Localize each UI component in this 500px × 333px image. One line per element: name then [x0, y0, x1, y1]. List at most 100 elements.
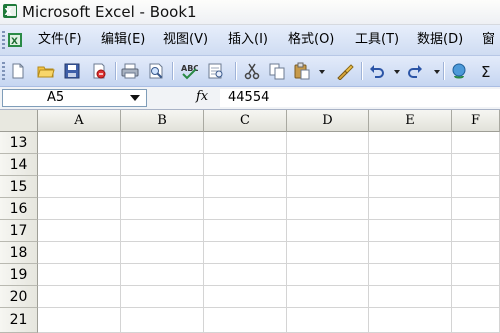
cell-f21[interactable]: [452, 308, 500, 333]
cell-f17[interactable]: [452, 220, 500, 242]
row-header-14[interactable]: 14: [0, 154, 38, 176]
menubar-grip-handle[interactable]: [2, 31, 5, 49]
column-header-d[interactable]: D: [287, 110, 369, 132]
row-header-16[interactable]: 16: [0, 198, 38, 220]
cell-b16[interactable]: [121, 198, 204, 220]
print-icon[interactable]: [121, 62, 139, 80]
cell-c18[interactable]: [204, 242, 287, 264]
menu-insert[interactable]: 插入(I): [228, 25, 268, 55]
cell-a16[interactable]: [38, 198, 121, 220]
cell-d20[interactable]: [287, 286, 369, 308]
cell-a18[interactable]: [38, 242, 121, 264]
row-header-19[interactable]: 19: [0, 264, 38, 286]
formula-input[interactable]: 44554: [220, 89, 500, 107]
new-document-icon[interactable]: [9, 62, 27, 80]
research-icon[interactable]: [207, 62, 225, 80]
column-header-f[interactable]: F: [452, 110, 500, 132]
redo-dropdown-chevron-icon[interactable]: [428, 62, 440, 80]
cell-f16[interactable]: [452, 198, 500, 220]
toolbar-grip-handle[interactable]: [2, 62, 5, 80]
cell-d16[interactable]: [287, 198, 369, 220]
cell-b17[interactable]: [121, 220, 204, 242]
menu-tools[interactable]: 工具(T): [355, 25, 399, 55]
insert-function-icon[interactable]: fx: [196, 89, 208, 104]
cell-d15[interactable]: [287, 176, 369, 198]
copy-icon[interactable]: [268, 62, 286, 80]
cell-c21[interactable]: [204, 308, 287, 333]
cell-f20[interactable]: [452, 286, 500, 308]
cell-e13[interactable]: [369, 132, 452, 154]
cell-b20[interactable]: [121, 286, 204, 308]
name-box[interactable]: A5: [2, 89, 147, 107]
undo-dropdown-chevron-icon[interactable]: [388, 62, 400, 80]
cell-f14[interactable]: [452, 154, 500, 176]
row-header-17[interactable]: 17: [0, 220, 38, 242]
cell-a20[interactable]: [38, 286, 121, 308]
cell-e15[interactable]: [369, 176, 452, 198]
workbook-document-icon[interactable]: X: [7, 32, 23, 48]
autosum-icon[interactable]: Σ: [479, 62, 497, 80]
cell-b18[interactable]: [121, 242, 204, 264]
cell-c20[interactable]: [204, 286, 287, 308]
cut-icon[interactable]: [243, 62, 261, 80]
cell-c19[interactable]: [204, 264, 287, 286]
cell-a15[interactable]: [38, 176, 121, 198]
row-header-18[interactable]: 18: [0, 242, 38, 264]
cell-d17[interactable]: [287, 220, 369, 242]
cell-b15[interactable]: [121, 176, 204, 198]
permission-icon[interactable]: [90, 62, 108, 80]
cell-d19[interactable]: [287, 264, 369, 286]
menu-edit[interactable]: 编辑(E): [101, 25, 145, 55]
print-preview-icon[interactable]: [147, 62, 165, 80]
cell-c16[interactable]: [204, 198, 287, 220]
name-box-dropdown-chevron-icon[interactable]: [127, 92, 143, 104]
cell-b21[interactable]: [121, 308, 204, 333]
spelling-icon[interactable]: ABC: [180, 62, 198, 80]
cell-e14[interactable]: [369, 154, 452, 176]
cell-f18[interactable]: [452, 242, 500, 264]
paste-dropdown-chevron-icon[interactable]: [313, 62, 325, 80]
open-folder-icon[interactable]: [37, 62, 55, 80]
row-header-20[interactable]: 20: [0, 286, 38, 308]
save-icon[interactable]: [63, 62, 81, 80]
cell-f19[interactable]: [452, 264, 500, 286]
cell-d18[interactable]: [287, 242, 369, 264]
column-header-b[interactable]: B: [121, 110, 204, 132]
cell-e16[interactable]: [369, 198, 452, 220]
row-header-15[interactable]: 15: [0, 176, 38, 198]
cell-b19[interactable]: [121, 264, 204, 286]
cell-d21[interactable]: [287, 308, 369, 333]
row-header-13[interactable]: 13: [0, 132, 38, 154]
menu-file[interactable]: 文件(F): [38, 25, 82, 55]
row-header-21[interactable]: 21: [0, 308, 38, 333]
cell-e20[interactable]: [369, 286, 452, 308]
cell-e18[interactable]: [369, 242, 452, 264]
redo-icon[interactable]: [406, 62, 424, 80]
cell-d13[interactable]: [287, 132, 369, 154]
cell-a17[interactable]: [38, 220, 121, 242]
cell-b13[interactable]: [121, 132, 204, 154]
menu-data[interactable]: 数据(D): [417, 25, 463, 55]
cell-e19[interactable]: [369, 264, 452, 286]
cell-e17[interactable]: [369, 220, 452, 242]
cell-a14[interactable]: [38, 154, 121, 176]
cell-f15[interactable]: [452, 176, 500, 198]
menu-format[interactable]: 格式(O): [288, 25, 334, 55]
menu-view[interactable]: 视图(V): [163, 25, 208, 55]
column-header-e[interactable]: E: [369, 110, 452, 132]
cell-b14[interactable]: [121, 154, 204, 176]
column-header-c[interactable]: C: [204, 110, 287, 132]
cell-a19[interactable]: [38, 264, 121, 286]
cell-d14[interactable]: [287, 154, 369, 176]
cell-e21[interactable]: [369, 308, 452, 333]
cell-a21[interactable]: [38, 308, 121, 333]
column-header-a[interactable]: A: [38, 110, 121, 132]
cell-f13[interactable]: [452, 132, 500, 154]
cell-c17[interactable]: [204, 220, 287, 242]
cell-c13[interactable]: [204, 132, 287, 154]
hyperlink-icon[interactable]: [450, 62, 468, 80]
paste-icon[interactable]: [293, 62, 311, 80]
undo-icon[interactable]: [368, 62, 386, 80]
cell-a13[interactable]: [38, 132, 121, 154]
select-all-corner[interactable]: [0, 110, 38, 132]
